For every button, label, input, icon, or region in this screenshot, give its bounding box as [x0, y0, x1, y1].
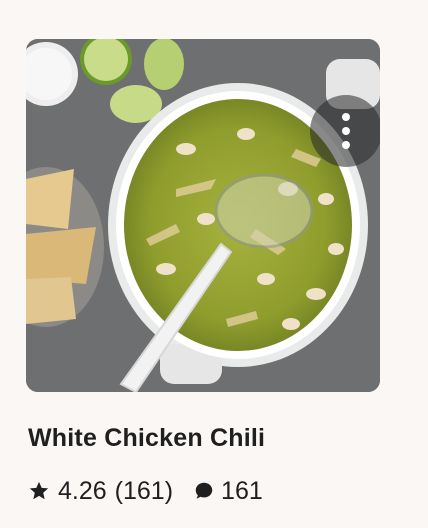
recipe-card[interactable]: White Chicken Chili 4.26 (161) 161 [0, 0, 428, 528]
more-vertical-icon-dot [342, 141, 350, 149]
star-icon [29, 481, 49, 500]
more-vertical-icon [342, 113, 350, 121]
recipe-title[interactable]: White Chicken Chili [28, 424, 265, 453]
recipe-meta: 4.26 (161) 161 [28, 474, 263, 508]
more-vertical-icon-dot [342, 127, 350, 135]
comment-count: 161 [221, 476, 263, 505]
more-options-button[interactable] [310, 95, 380, 167]
recipe-photo[interactable] [26, 39, 380, 392]
rating-value: 4.26 [58, 476, 107, 505]
comment-icon [195, 482, 213, 499]
rating-count: (161) [114, 476, 174, 505]
soup-pot-photo [26, 39, 380, 392]
